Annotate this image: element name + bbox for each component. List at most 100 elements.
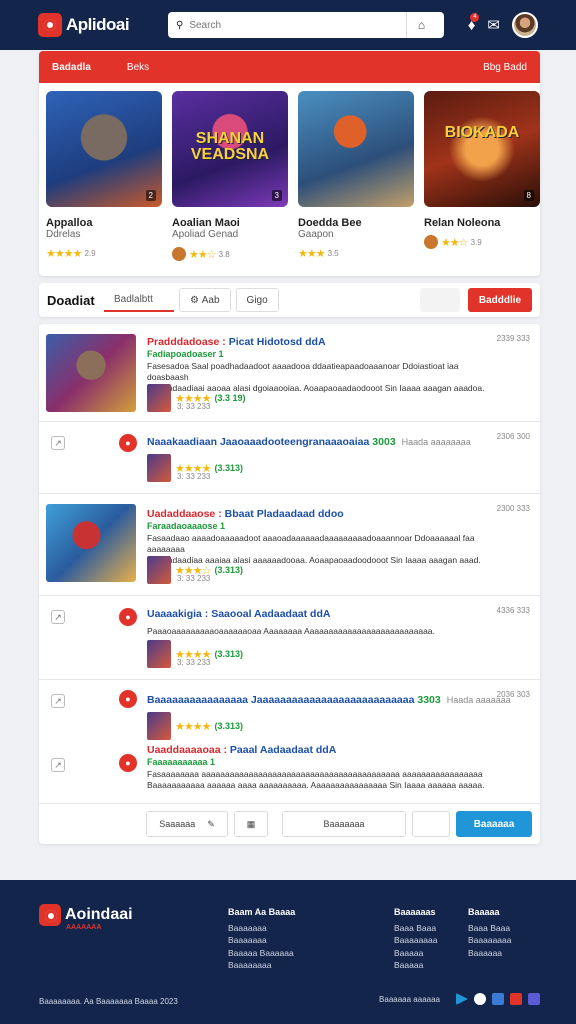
item-time: 2300 333	[496, 504, 530, 513]
tab-1[interactable]: ⚙ Aab	[179, 288, 231, 312]
cta-button[interactable]: Badddlie	[468, 288, 532, 312]
follow-label: Baaaaaa aaaaaa	[379, 994, 440, 1004]
logo-mark-icon	[39, 904, 61, 926]
footer-link[interactable]: Baaaaaaa	[228, 922, 295, 935]
game-art-text: BIOKADA	[444, 124, 520, 141]
game-card[interactable]: Doedda Bee Gaapon ★★★ 3.5	[298, 91, 414, 261]
tab-0[interactable]: Badlalbtt	[104, 288, 174, 312]
app-icon[interactable]: ●	[119, 608, 137, 626]
tab-2[interactable]: Gigo	[235, 288, 279, 312]
avatar[interactable]	[512, 12, 538, 38]
item-title-text: Bbaat Pladaadaad ddoo	[224, 508, 344, 520]
item-subtitle: Fadiapoadoaser 1	[147, 349, 224, 359]
footer-logo[interactable]: Aoindaai	[39, 904, 133, 926]
app-icon[interactable]: ●	[119, 434, 137, 452]
primary-button-label: Baaaaaa	[473, 818, 515, 830]
blank-button[interactable]	[412, 811, 450, 837]
share-icon[interactable]: ↗	[51, 610, 65, 624]
star-rating-icon: ★★★	[298, 248, 326, 260]
section-title: Doadiat	[47, 292, 95, 308]
game-thumbnail[interactable]: BIOKADA 8	[424, 91, 540, 207]
home-icon[interactable]: ⌂	[406, 12, 436, 38]
game-thumbnail[interactable]	[298, 91, 414, 207]
item-title[interactable]: Naaakaadiaan Jaaoaaadooteengranaaaoaiaa …	[147, 436, 471, 448]
footer-link[interactable]: Baaaaa	[394, 959, 438, 972]
publisher-icon	[172, 247, 186, 261]
tabs-bar: Doadiat Badlalbtt ⚙ Aab Gigo Badddlie	[39, 283, 540, 317]
item-thumbnail[interactable]	[46, 504, 136, 582]
share-icon[interactable]: ↗	[51, 694, 65, 708]
list-item[interactable]: ↗ ● Uaaaakigia : Saaooal Aadaadaat ddA P…	[39, 596, 540, 680]
item-title[interactable]: Uaaaakigia : Saaooal Aadaadaat ddA	[147, 608, 330, 620]
item-title-prefix: Pradddadoase :	[147, 336, 226, 348]
promo-mid[interactable]: Beks	[127, 62, 149, 73]
list-item[interactable]: ↗ ● Baaaaaaaaaaaaaaaa Jaaaaaaaaaaaaaaaaa…	[39, 680, 540, 740]
promo-left[interactable]: Badadla	[52, 62, 91, 73]
mid-button[interactable]: Baaaaaaa	[282, 811, 406, 837]
item-title-text: Naaakaadiaan Jaaoaaadooteengranaaaoaiaa	[147, 436, 370, 448]
item-mini-thumb	[147, 384, 171, 412]
footer-column-1: Baam Aa Baaaa Baaaaaaa Baaaaaaa Baaaaa B…	[228, 906, 295, 972]
item-price: (3.313)	[214, 565, 243, 575]
footer-link[interactable]: Baaaaaa	[468, 947, 512, 960]
game-thumbnail[interactable]: SHANAN VEADSNA 3	[172, 91, 288, 207]
search-input[interactable]	[189, 19, 400, 31]
promo-bar: Badadla Beks Bbg Badd	[39, 51, 540, 83]
footer-link[interactable]: Baaaaaaa	[228, 934, 295, 947]
item-description: Fasaaaaaaaa aaaaaaaaaaaaaaaaaaaaaaaaaaaa…	[147, 769, 487, 791]
item-thumbnail[interactable]	[46, 334, 136, 412]
footer: Aoindaai AAAAAAA Baam Aa Baaaa Baaaaaaa …	[0, 880, 576, 1024]
game-title: Aoalian Maoi	[172, 217, 240, 229]
item-mini-thumb	[147, 712, 171, 740]
list-item[interactable]: Pradddadoase : Picat Hidotosd ddA Fadiap…	[39, 324, 540, 422]
mail-icon[interactable]: ✉	[487, 16, 500, 34]
list-item[interactable]: Uadaddaaose : Bbaat Pladaadaad ddoo Fara…	[39, 494, 540, 596]
share-icon[interactable]: ↗	[51, 758, 65, 772]
game-card[interactable]: BIOKADA 8 Relan Noleona ★★☆ 3.9	[424, 91, 540, 261]
footer-link[interactable]: Baaaaaaaa	[468, 934, 512, 947]
item-title[interactable]: Uadaddaaose : Bbaat Pladaadaad ddoo	[147, 508, 344, 520]
circle-icon[interactable]	[474, 993, 486, 1005]
footer-link[interactable]: Baaa Baaa	[394, 922, 438, 935]
logo-mark-icon	[38, 13, 62, 37]
game-card[interactable]: SHANAN VEADSNA 3 Aoalian Maoi Apoliad Gen…	[172, 91, 288, 261]
game-art-text: SHANAN VEADSNA	[190, 130, 270, 163]
app-icon[interactable]: ●	[119, 754, 137, 772]
item-title[interactable]: Pradddadoase : Picat Hidotosd ddA	[147, 336, 326, 348]
footer-link[interactable]: Baaaaaaaa	[228, 959, 295, 972]
game-thumbnail[interactable]: 2	[46, 91, 162, 207]
game-badge: 8	[523, 190, 534, 201]
app-logo[interactable]: Aplidoai	[38, 13, 163, 37]
footer-link[interactable]: Baaa Baaa	[468, 922, 512, 935]
desc-line: Fasesadoa Saal poadhadaadoot aaaadooa dd…	[147, 361, 459, 382]
share-icon[interactable]: ↗	[51, 436, 65, 450]
red-social-icon[interactable]	[510, 993, 522, 1005]
settings-button[interactable]: ▦	[234, 811, 268, 837]
item-title[interactable]: Baaaaaaaaaaaaaaaa Jaaaaaaaaaaaaaaaaaaaaa…	[147, 694, 511, 706]
play-icon[interactable]	[456, 993, 468, 1005]
item-mini-thumb	[147, 640, 171, 668]
item-time: 2306 300	[496, 432, 530, 441]
primary-button[interactable]: Baaaaaa	[456, 811, 532, 837]
news-list: Pradddadoase : Picat Hidotosd ddA Fadiap…	[39, 324, 540, 844]
footer-link[interactable]: Baaaaaaaa	[394, 934, 438, 947]
footer-link[interactable]: Baaaaa Baaaaaa	[228, 947, 295, 960]
search-filter-button[interactable]: Saaaaaa ✎	[146, 811, 228, 837]
notification-icon[interactable]: ♦ 4	[468, 12, 480, 34]
list-item[interactable]: ↗ ● Uaaddaaaaoaa : Paaal Aadaadaat ddA F…	[39, 740, 540, 804]
item-title-tail: Saaooal Aadaadaat ddA	[211, 608, 331, 620]
square-icon[interactable]	[492, 993, 504, 1005]
filter-button[interactable]	[420, 288, 460, 312]
purple-social-icon[interactable]	[528, 993, 540, 1005]
footer-link[interactable]: Baaaaa	[394, 947, 438, 960]
footer-column-2: Baaaaaas Baaa Baaa Baaaaaaaa Baaaaa Baaa…	[394, 906, 438, 972]
list-item[interactable]: ↗ ● Naaakaadiaan Jaaoaaadooteengranaaaoa…	[39, 422, 540, 494]
search-filter-label: Saaaaaa	[159, 819, 196, 829]
item-description: Paaaoaaaaaaaaaoaaaaaaoaa Aaaaaaaa Aaaaaa…	[147, 626, 435, 636]
app-icon[interactable]: ●	[119, 690, 137, 708]
game-card[interactable]: 2 Appalloa Ddrelas ★★★★ 2.9	[46, 91, 162, 261]
search-bar[interactable]: ⚲ ⌂	[168, 12, 444, 38]
item-title[interactable]: Uaaddaaaaoaa : Paaal Aadaadaat ddA	[147, 744, 336, 756]
desc-line: Fasaaaaaaaa aaaaaaaaaaaaaaaaaaaaaaaaaaaa…	[147, 769, 483, 779]
promo-right[interactable]: Bbg Badd	[483, 62, 527, 73]
